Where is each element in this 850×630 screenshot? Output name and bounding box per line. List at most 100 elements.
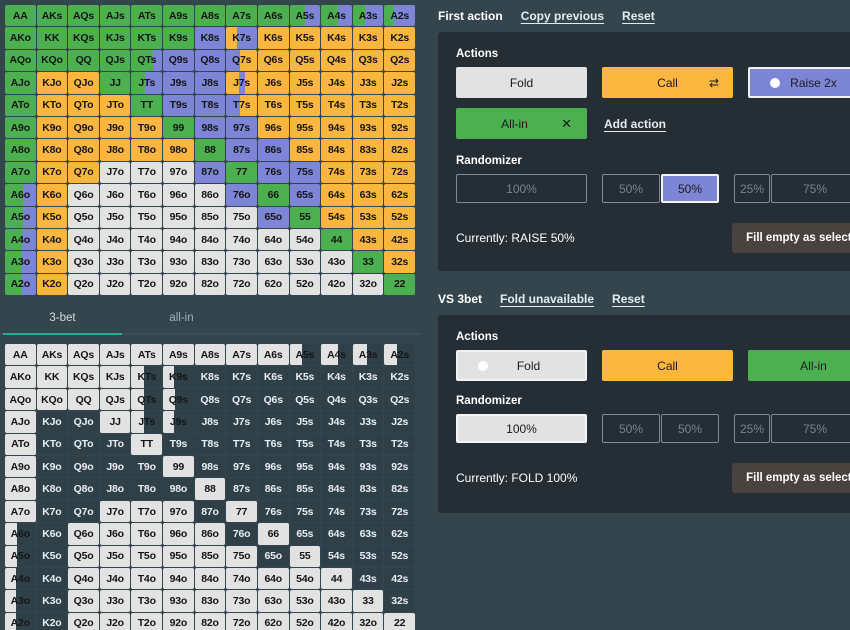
range-cell[interactable]: 85o [195,546,226,567]
randomizer-option-25pct-3[interactable]: 25% [734,174,770,203]
range-cell[interactable]: 87o [195,162,226,183]
fill-empty-button-bottom[interactable]: Fill empty as selected [732,463,850,493]
range-cell[interactable]: T8o [131,139,162,160]
range-cell[interactable]: 85s [290,478,321,499]
randomizer-group-quarter[interactable]: 25%75% [734,174,850,203]
range-cell[interactable]: J9o [100,117,131,138]
range-cell[interactable]: K4o [37,229,68,250]
range-cell[interactable]: K6o [37,184,68,205]
range-cell[interactable]: 73s [353,162,384,183]
range-cell[interactable]: K9o [37,117,68,138]
range-cell[interactable]: JTs [131,72,162,93]
range-cell[interactable]: J5o [100,207,131,228]
range-cell[interactable]: 63o [258,590,289,611]
range-cell[interactable]: T4s [321,434,352,455]
range-cell[interactable]: JTo [100,434,131,455]
range-cell[interactable]: 75s [290,501,321,522]
range-cell[interactable]: K4s [321,27,352,48]
randomizer-option-50pct-1[interactable]: 50% [602,414,660,443]
action-button-call[interactable]: Call [602,350,733,381]
range-cell[interactable]: A3o [5,590,36,611]
range-cell[interactable]: 87s [226,139,257,160]
randomizer-option-25pct-3[interactable]: 25% [734,414,770,443]
range-cell[interactable]: 76o [226,184,257,205]
range-cell[interactable]: 64o [258,229,289,250]
range-cell[interactable]: KJs [100,366,131,387]
range-cell[interactable]: J6s [258,411,289,432]
range-cell[interactable]: 84s [321,139,352,160]
range-cell[interactable]: 82s [384,139,415,160]
range-cell[interactable]: T2s [384,434,415,455]
action-buttons-row-bottom[interactable]: FoldCallAll-in [456,350,850,381]
range-cell[interactable]: 72o [226,613,257,630]
randomizer-group-half[interactable]: 50%50% [602,414,719,443]
range-cell[interactable]: QTo [68,434,99,455]
range-cell[interactable]: QTs [131,389,162,410]
range-cell[interactable]: 96o [163,184,194,205]
range-cell[interactable]: KQo [37,50,68,71]
range-cell[interactable]: TT [131,434,162,455]
range-cell[interactable]: 53s [353,546,384,567]
range-cell[interactable]: J3s [353,72,384,93]
range-cell[interactable]: QJo [68,411,99,432]
range-cell[interactable]: A5o [5,546,36,567]
range-cell[interactable]: Q9s [163,50,194,71]
range-cell[interactable]: 66 [258,184,289,205]
range-cell[interactable]: T3s [353,434,384,455]
range-cell[interactable]: Q9s [163,389,194,410]
range-cell[interactable]: T9s [163,434,194,455]
range-cell[interactable]: ATo [5,434,36,455]
randomizer-option-75pct-4[interactable]: 75% [771,414,850,443]
range-cell[interactable]: K2o [37,274,68,295]
range-cell[interactable]: J6o [100,184,131,205]
range-cell[interactable]: 88 [195,478,226,499]
range-cell[interactable]: J9s [163,72,194,93]
range-cell[interactable]: K6s [258,366,289,387]
range-cell[interactable]: 87o [195,501,226,522]
range-cell[interactable]: 43o [321,590,352,611]
range-cell[interactable]: 96s [258,117,289,138]
range-cell[interactable]: Q4s [321,389,352,410]
range-cell[interactable]: K3s [353,27,384,48]
range-cell[interactable]: Q2s [384,389,415,410]
range-cell[interactable]: T7o [131,162,162,183]
range-cell[interactable]: A9o [5,456,36,477]
range-cell[interactable]: 94o [163,229,194,250]
range-cell[interactable]: A5s [290,344,321,365]
range-cell[interactable]: 77 [226,162,257,183]
range-cell[interactable]: 22 [384,613,415,630]
range-cell[interactable]: T6o [131,184,162,205]
range-cell[interactable]: 32s [384,251,415,272]
range-cell[interactable]: AJo [5,411,36,432]
range-cell[interactable]: K3o [37,251,68,272]
range-cell[interactable]: Q8s [195,50,226,71]
range-cell[interactable]: J7o [100,501,131,522]
range-cell[interactable]: K5s [290,27,321,48]
range-cell[interactable]: 97o [163,501,194,522]
range-cell[interactable]: AKs [37,5,68,26]
range-cell[interactable]: Q5s [290,50,321,71]
range-cell[interactable]: K8s [195,366,226,387]
range-cell[interactable]: 74o [226,229,257,250]
range-cell[interactable]: A6s [258,5,289,26]
range-cell[interactable]: 86s [258,478,289,499]
range-cell[interactable]: Q2s [384,50,415,71]
range-cell[interactable]: Q4o [68,229,99,250]
range-cell[interactable]: KJo [37,72,68,93]
range-cell[interactable]: A8s [195,344,226,365]
range-cell[interactable]: J9o [100,456,131,477]
range-cell[interactable]: 85o [195,207,226,228]
range-cell[interactable]: J4o [100,229,131,250]
range-cell[interactable]: A7s [226,5,257,26]
range-cell[interactable]: Q7o [68,162,99,183]
tab-3-bet[interactable]: 3-bet [3,304,122,335]
range-cell[interactable]: 92o [163,274,194,295]
range-cell[interactable]: AA [5,344,36,365]
range-cell[interactable]: 63o [258,251,289,272]
range-cell[interactable]: ATo [5,95,36,116]
range-cell[interactable]: Q5o [68,546,99,567]
range-cell[interactable]: K7o [37,501,68,522]
range-cell[interactable]: 87s [226,478,257,499]
range-cell[interactable]: A7o [5,162,36,183]
action-button-all-in[interactable]: All-in✕ [456,108,587,139]
